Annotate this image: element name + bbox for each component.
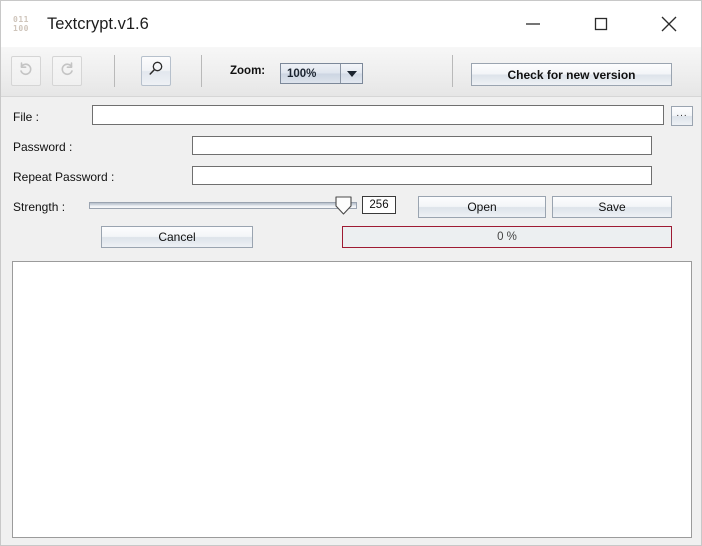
save-button[interactable]: Save <box>552 196 672 218</box>
progress-text: 0 % <box>497 231 517 243</box>
zoom-label: Zoom: <box>230 65 266 77</box>
search-icon <box>146 59 166 84</box>
repeat-password-label: Repeat Password : <box>13 170 115 184</box>
maximize-button[interactable] <box>567 1 635 47</box>
maximize-icon <box>590 13 612 35</box>
close-button[interactable] <box>635 1 701 47</box>
strength-label: Strength : <box>13 200 66 214</box>
slider-track <box>89 202 357 209</box>
chevron-down-icon[interactable] <box>340 64 362 83</box>
close-icon <box>657 12 681 36</box>
file-label: File : <box>13 110 40 124</box>
undo-button[interactable] <box>11 56 41 86</box>
zoom-selected-value: 100% <box>287 67 317 80</box>
toolbar-separator <box>452 55 453 87</box>
file-input[interactable] <box>92 105 664 125</box>
undo-icon <box>16 59 36 84</box>
cancel-button[interactable]: Cancel <box>101 226 253 248</box>
toolbar-separator <box>201 55 202 87</box>
minimize-icon <box>522 13 544 35</box>
title-bar: 011 100 Textcrypt.v1.6 <box>1 1 701 47</box>
repeat-password-input[interactable] <box>192 166 652 185</box>
password-label: Password : <box>13 140 73 154</box>
window-title: Textcrypt.v1.6 <box>47 14 149 33</box>
open-button[interactable]: Open <box>418 196 546 218</box>
strength-value-display: 256 <box>362 196 396 214</box>
strength-slider[interactable] <box>89 195 357 217</box>
toolbar-separator <box>114 55 115 87</box>
app-icon-line-2: 100 <box>13 24 29 33</box>
redo-button[interactable] <box>52 56 82 86</box>
window-controls <box>499 1 701 47</box>
search-button[interactable] <box>141 56 171 86</box>
progress-bar: 0 % <box>342 226 672 248</box>
browse-file-button[interactable]: ... <box>671 106 693 126</box>
zoom-dropdown[interactable]: 100% <box>280 63 363 84</box>
binary-app-icon: 011 100 <box>13 11 39 37</box>
minimize-button[interactable] <box>499 1 567 47</box>
redo-icon <box>57 59 77 84</box>
app-icon-line-1: 011 <box>13 15 29 24</box>
text-editor-area[interactable] <box>12 261 692 538</box>
slider-thumb[interactable] <box>335 196 352 215</box>
check-for-new-version-button[interactable]: Check for new version <box>471 63 672 86</box>
password-input[interactable] <box>192 136 652 155</box>
application-window: 011 100 Textcrypt.v1.6 Zoom: 100% Check … <box>0 0 702 546</box>
